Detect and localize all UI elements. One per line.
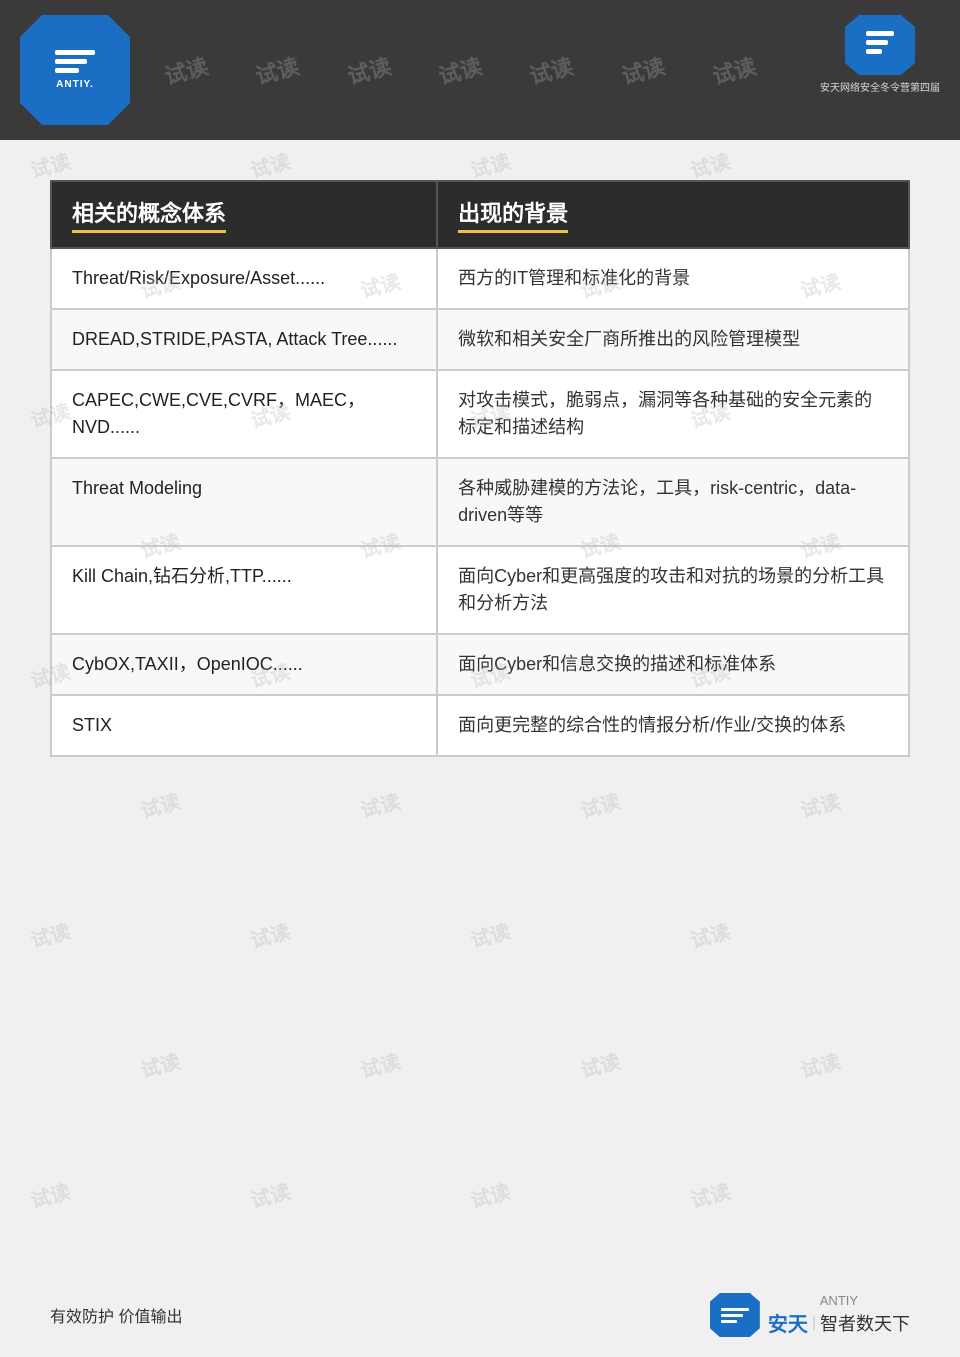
table-cell-left: CybOX,TAXII，OpenIOC......: [51, 634, 437, 695]
footer-logo-stripes: [721, 1308, 749, 1323]
watermark: 试读: [343, 49, 394, 91]
table-row: Kill Chain,钻石分析,TTP......面向Cyber和更高强度的攻击…: [51, 546, 909, 634]
right-logo-stripes: [866, 31, 894, 54]
watermark: 试读: [617, 49, 668, 91]
col1-header: 相关的概念体系: [51, 181, 437, 248]
table-row: Threat/Risk/Exposure/Asset......西方的IT管理和…: [51, 248, 909, 309]
table-cell-right: 对攻击模式，脆弱点，漏洞等各种基础的安全元素的标定和描述结构: [437, 370, 909, 458]
table-row: STIX面向更完整的综合性的情报分析/作业/交换的体系: [51, 695, 909, 756]
footer-logo-icon: [710, 1293, 760, 1337]
table-cell-right: 面向Cyber和更高强度的攻击和对抗的场景的分析工具和分析方法: [437, 546, 909, 634]
footer-logo-stripe: [721, 1314, 743, 1317]
table-cell-right: 面向更完整的综合性的情报分析/作业/交换的体系: [437, 695, 909, 756]
table-cell-right: 面向Cyber和信息交换的描述和标准体系: [437, 634, 909, 695]
header-right-logo: 安天网络安全冬令营第四届: [820, 15, 940, 94]
table-cell-left: Threat Modeling: [51, 458, 437, 546]
logo-stripe: [866, 40, 888, 45]
watermark: 试读: [709, 49, 760, 91]
table-cell-right: 微软和相关安全厂商所推出的风险管理模型: [437, 309, 909, 370]
table-cell-left: Threat/Risk/Exposure/Asset......: [51, 248, 437, 309]
logo-stripe: [866, 31, 894, 36]
logo-stripe: [866, 49, 882, 54]
footer-brand-text2: 智者数天下: [820, 1310, 910, 1336]
header: ANTIY. 试读 试读 试读 试读 试读 试读 试读 安天网络安全冬令营第四届: [0, 0, 960, 140]
header-watermarks: 试读 试读 试读 试读 试读 试读 试读: [0, 0, 960, 140]
main-content: 相关的概念体系 出现的背景 Threat/Risk/Exposure/Asset…: [0, 140, 960, 1357]
table-cell-left: DREAD,STRIDE,PASTA, Attack Tree......: [51, 309, 437, 370]
concepts-table: 相关的概念体系 出现的背景 Threat/Risk/Exposure/Asset…: [50, 180, 910, 757]
footer-brand-text1: 安天: [768, 1308, 808, 1337]
table-row: DREAD,STRIDE,PASTA, Attack Tree......微软和…: [51, 309, 909, 370]
table-cell-left: STIX: [51, 695, 437, 756]
table-row: Threat Modeling各种威胁建模的方法论，工具，risk-centri…: [51, 458, 909, 546]
table-row: CAPEC,CWE,CVE,CVRF，MAEC，NVD......对攻击模式，脆…: [51, 370, 909, 458]
watermark: 试读: [252, 49, 303, 91]
footer-logo-stripe: [721, 1320, 737, 1323]
right-logo-icon: [845, 15, 915, 75]
col2-header: 出现的背景: [437, 181, 909, 248]
table-row: CybOX,TAXII，OpenIOC......面向Cyber和信息交换的描述…: [51, 634, 909, 695]
footer-logo-stripe: [721, 1308, 749, 1311]
table-cell-right: 各种威胁建模的方法论，工具，risk-centric，data-driven等等: [437, 458, 909, 546]
table-cell-left: Kill Chain,钻石分析,TTP......: [51, 546, 437, 634]
watermark: 试读: [526, 49, 577, 91]
watermark: 试读: [160, 49, 211, 91]
footer-left-text: 有效防护 价值输出: [50, 1303, 182, 1327]
footer-right: ANTIY 安天 | 智者数天下: [710, 1293, 910, 1337]
table-cell-left: CAPEC,CWE,CVE,CVRF，MAEC，NVD......: [51, 370, 437, 458]
company-subtitle: 安天网络安全冬令营第四届: [820, 79, 940, 94]
table-cell-right: 西方的IT管理和标准化的背景: [437, 248, 909, 309]
footer-brand: ANTIY 安天 | 智者数天下: [768, 1293, 910, 1337]
footer: 有效防护 价值输出 ANTIY 安天 | 智者数天下: [50, 1293, 910, 1337]
watermark: 试读: [435, 49, 486, 91]
